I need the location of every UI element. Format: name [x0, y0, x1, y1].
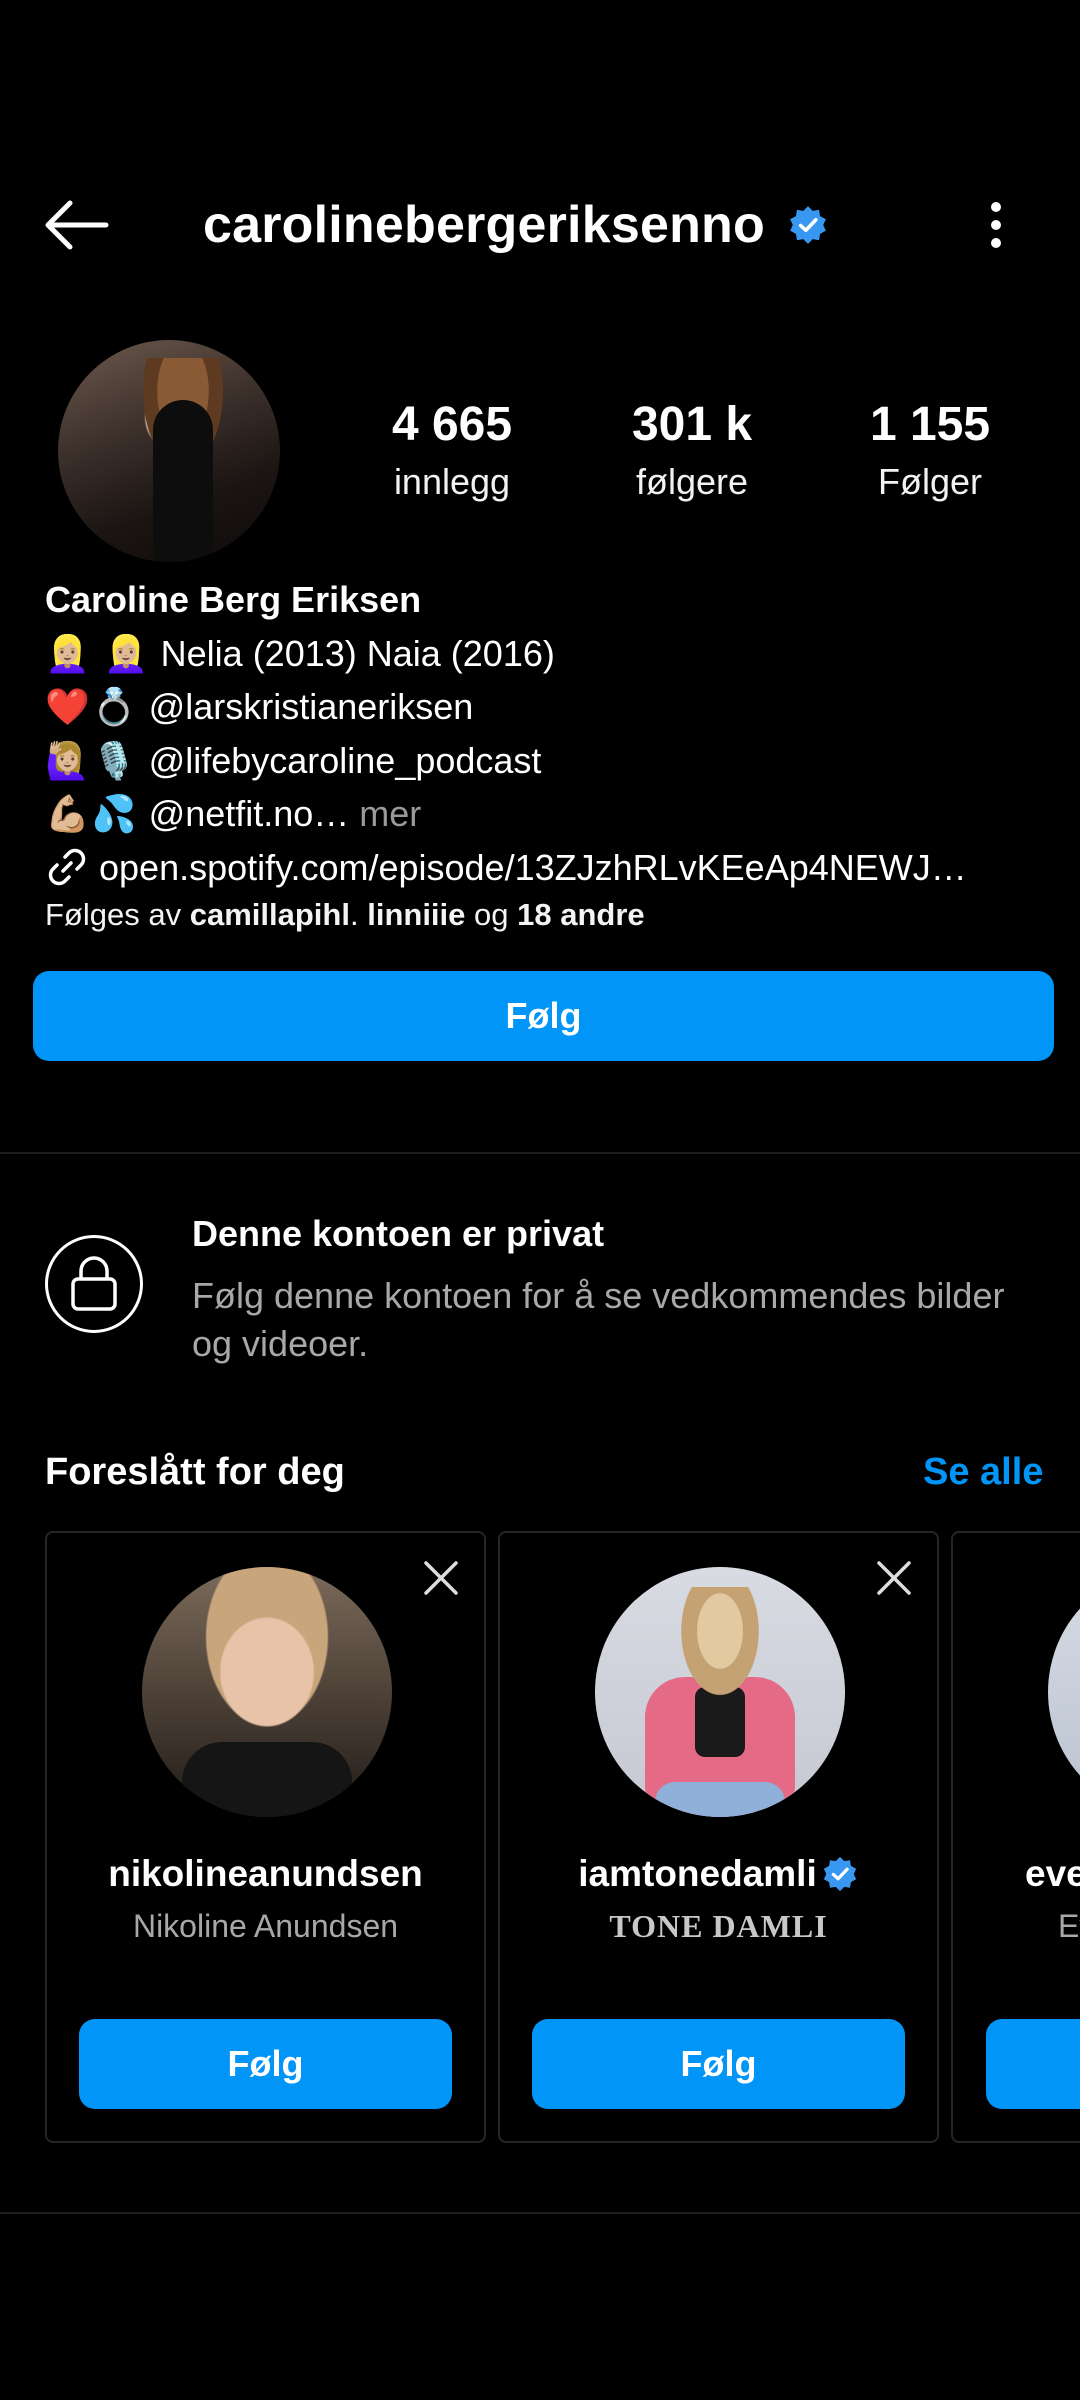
divider: [0, 1152, 1080, 1154]
suggestion-card[interactable]: eve Ev: [951, 1531, 1080, 2143]
private-account-title: Denne kontoen er privat: [192, 1213, 605, 1254]
username: carolinebergeriksenno: [203, 196, 765, 254]
suggestion-full-name: Nikoline Anundsen: [132, 1908, 399, 1944]
suggestion-card[interactable]: nikolineanundsen Nikoline Anundsen Følg: [45, 1531, 486, 2143]
stat-posts-value: 4 665: [391, 398, 513, 451]
private-account-description: Følg denne kontoen for å se vedkommendes…: [192, 1275, 1005, 1364]
bio-line-podcast: 🙋🏼‍♀️🎙️ @lifebycaroline_podcast: [45, 734, 1045, 788]
stat-following-value: 1 155: [869, 398, 991, 451]
stat-posts-label: innlegg: [393, 461, 511, 502]
stat-following-label: Følger: [877, 461, 982, 502]
bio-external-link[interactable]: open.spotify.com/episode/13ZJzhRLvKEeAp4…: [45, 841, 1045, 895]
suggestion-full-name: Ev: [1058, 1908, 1080, 1944]
suggestion-username-row: iamtonedamli: [500, 1849, 937, 1899]
profile-bio: Caroline Berg Eriksen 👱🏼‍♀️ 👱🏼‍♀️ Nelia …: [45, 573, 1045, 894]
divider: [0, 2212, 1080, 2214]
close-icon[interactable]: [420, 1557, 462, 1599]
profile-full-name: Caroline Berg Eriksen: [45, 579, 422, 620]
more-options-icon[interactable]: [975, 195, 1017, 255]
back-arrow-icon[interactable]: [40, 195, 120, 265]
stat-followers[interactable]: 301 k følgere: [582, 395, 802, 509]
followed-by-prefix: Følges av: [45, 897, 182, 932]
link-icon: [48, 849, 86, 886]
suggestion-username: iamtonedamli: [578, 1853, 817, 1894]
bio-line-children: 👱🏼‍♀️ 👱🏼‍♀️ Nelia (2013) Naia (2016): [45, 627, 1045, 681]
suggestion-avatar[interactable]: [1048, 1567, 1080, 1817]
followed-by-others: 18 andre: [517, 897, 645, 932]
followed-by-user: camillapihl: [189, 897, 350, 932]
bio-mention-link[interactable]: @netfit.no…: [149, 787, 350, 841]
suggestion-avatar[interactable]: [142, 1567, 392, 1817]
lock-icon: [45, 1235, 143, 1333]
suggestion-avatar[interactable]: [595, 1567, 845, 1817]
bio-more-link[interactable]: mer: [359, 787, 421, 841]
profile-avatar[interactable]: [58, 340, 280, 562]
suggestion-username: eve: [1025, 1853, 1080, 1894]
stat-following[interactable]: 1 155 Følger: [820, 395, 1040, 509]
suggestion-follow-button[interactable]: Følg: [79, 2019, 452, 2109]
stat-posts[interactable]: 4 665 innlegg: [342, 395, 562, 509]
followed-by-user: linniiie: [367, 897, 466, 932]
followed-by-and: og: [474, 897, 509, 932]
bio-emoji: ❤️💍: [45, 686, 139, 727]
bio-text: Nelia (2013) Naia (2016): [160, 632, 555, 674]
suggestions-title: Foreslått for deg: [45, 1451, 345, 1493]
bio-emoji: 👱🏼‍♀️ 👱🏼‍♀️: [45, 632, 151, 674]
bio-line-netfit: 💪🏼💦 @netfit.no… mer: [45, 787, 1045, 841]
close-icon[interactable]: [873, 1557, 915, 1599]
verified-badge-icon: [790, 206, 826, 244]
bio-line-husband: ❤️💍 @larskristianeriksen: [45, 680, 1045, 734]
suggestion-card[interactable]: iamtonedamli TONE DAMLI Følg: [498, 1531, 939, 2143]
bio-emoji: 💪🏼💦: [45, 793, 139, 834]
verified-badge-icon: [823, 1856, 856, 1892]
profile-username-header: carolinebergeriksenno: [203, 190, 829, 260]
followed-by-separator: .: [349, 897, 359, 932]
bio-link-text: open.spotify.com/episode/13ZJzhRLvKEeAp4…: [99, 846, 967, 888]
bio-mention-link[interactable]: @larskristianeriksen: [149, 680, 474, 734]
follow-button[interactable]: Følg: [33, 971, 1054, 1061]
followed-by-text[interactable]: Følges av camillapihl. linniiie og 18 an…: [45, 893, 645, 937]
stat-followers-label: følgere: [635, 461, 749, 502]
stat-followers-value: 301 k: [631, 398, 753, 451]
suggestion-follow-button[interactable]: [986, 2019, 1080, 2109]
suggestion-full-name: TONE DAMLI: [609, 1908, 828, 1944]
bio-emoji: 🙋🏼‍♀️🎙️: [45, 739, 139, 781]
bio-mention-link[interactable]: @lifebycaroline_podcast: [149, 734, 542, 788]
suggestion-follow-button[interactable]: Følg: [532, 2019, 905, 2109]
see-all-link[interactable]: Se alle: [923, 1447, 1043, 1497]
suggestion-username: nikolineanundsen: [108, 1853, 423, 1894]
